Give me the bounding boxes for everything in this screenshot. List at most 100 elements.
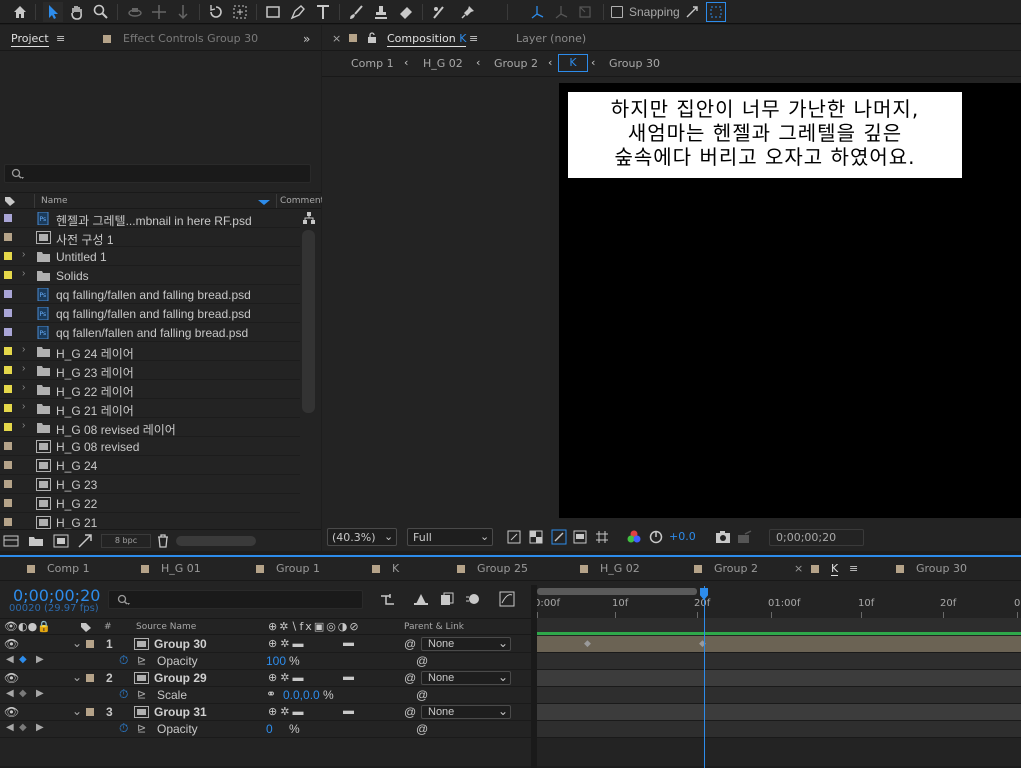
layer-duration-bar[interactable] [537, 636, 1021, 653]
panel-overflow-icon[interactable]: » [303, 32, 310, 46]
mask-visibility-icon[interactable] [551, 529, 567, 545]
view-axis-icon[interactable] [575, 2, 595, 22]
layer-duration-bar[interactable] [537, 704, 1021, 721]
label-color-swatch[interactable] [4, 423, 12, 431]
label-color-swatch[interactable] [4, 404, 12, 412]
close-tab-icon[interactable]: × [794, 562, 803, 575]
column-name[interactable]: Name [41, 196, 68, 206]
rectangle-tool-icon[interactable] [263, 2, 283, 22]
panel-menu-icon[interactable]: ≡ [56, 32, 65, 45]
trash-icon[interactable] [157, 534, 169, 548]
label-color-swatch[interactable] [4, 328, 12, 336]
project-item[interactable]: H_G 22 [0, 494, 300, 513]
snap-edges-icon[interactable] [682, 2, 702, 22]
label-color-swatch[interactable] [4, 366, 12, 374]
fast-previews-icon[interactable] [507, 530, 521, 544]
pen-tool-icon[interactable] [288, 2, 308, 22]
label-color-swatch[interactable] [4, 499, 12, 507]
composition-viewer[interactable]: 하지만 집안이 너무 가난한 나머지, 새엄마는 헨젤과 그레텔을 깊은 숲속에… [559, 83, 1021, 518]
project-item[interactable]: H_G 21 [0, 513, 300, 529]
label-tag-icon[interactable] [80, 622, 92, 633]
flowchart-icon[interactable] [303, 212, 315, 224]
timeline-tab[interactable]: Group 30 [916, 562, 967, 575]
thumbnail-slider[interactable] [176, 536, 256, 546]
label-color-swatch[interactable] [4, 271, 12, 279]
twirl-arrow-icon[interactable]: › [22, 420, 25, 431]
project-item[interactable]: › Untitled 1 [0, 247, 300, 266]
label-color-swatch[interactable] [4, 385, 12, 393]
project-item[interactable]: › H_G 22 레이어 [0, 380, 300, 399]
breadcrumb-group-30[interactable]: Group 30 [609, 57, 660, 70]
label-color-swatch[interactable] [4, 309, 12, 317]
timeline-search-input[interactable] [108, 590, 363, 609]
timeline-tab[interactable]: Group 25 [477, 562, 528, 575]
timeline-tab[interactable]: K [831, 562, 839, 576]
comp-flowchart-icon[interactable] [380, 593, 396, 607]
transparency-grid-icon[interactable] [529, 530, 543, 544]
tab-effect-controls[interactable]: Effect Controls Group 30 [123, 32, 258, 45]
timeline-panel-menu-icon[interactable]: ≡ [849, 562, 858, 575]
timeline-tab[interactable]: K [392, 562, 399, 575]
exposure-value[interactable]: +0.0 [669, 530, 696, 543]
breadcrumb-comp-1[interactable]: Comp 1 [351, 57, 394, 70]
zoom-select[interactable]: (40.3%) ⌄ [327, 528, 397, 546]
playhead[interactable] [704, 586, 705, 768]
column-parent-link[interactable]: Parent & Link [404, 622, 464, 632]
grid-guides-icon[interactable] [595, 530, 609, 544]
breadcrumb-h-g-02[interactable]: H_G 02 [423, 57, 463, 70]
label-color-swatch[interactable] [4, 233, 12, 241]
timeline-tab[interactable]: Group 1 [276, 562, 320, 575]
twirl-arrow-icon[interactable]: › [22, 401, 25, 412]
motion-blur-icon[interactable] [465, 592, 481, 606]
snapshot-camera-icon[interactable] [715, 530, 731, 544]
project-item[interactable]: Ps qq falling/fallen and falling bread.ps… [0, 304, 300, 323]
dolly-camera-icon[interactable] [173, 2, 193, 22]
label-color-swatch[interactable] [4, 252, 12, 260]
timeline-tab[interactable]: H_G 02 [600, 562, 640, 575]
sort-arrow-icon[interactable] [257, 199, 271, 206]
type-tool-icon[interactable] [313, 2, 333, 22]
brush-tool-icon[interactable] [346, 2, 366, 22]
twirl-arrow-icon[interactable]: › [22, 382, 25, 393]
project-item[interactable]: › H_G 21 레이어 [0, 399, 300, 418]
project-bpc[interactable]: 8 bpc [101, 534, 151, 548]
region-of-interest-icon[interactable] [573, 530, 587, 544]
pan-behind-icon[interactable] [230, 2, 250, 22]
current-time-field[interactable]: 0;00;00;20 [769, 529, 864, 546]
twirl-arrow-icon[interactable]: › [22, 344, 25, 355]
local-axis-icon[interactable] [527, 2, 547, 22]
render-queue-icon[interactable] [78, 534, 92, 548]
tab-project[interactable]: Project [11, 32, 49, 47]
roto-brush-icon[interactable] [429, 2, 449, 22]
project-item[interactable]: › H_G 24 레이어 [0, 342, 300, 361]
lock-icon[interactable] [367, 32, 377, 43]
clone-stamp-icon[interactable] [371, 2, 391, 22]
project-search-input[interactable] [4, 164, 311, 183]
rotate-tool-icon[interactable] [206, 2, 226, 22]
reset-exposure-icon[interactable] [649, 530, 663, 544]
timeline-tab[interactable]: H_G 01 [161, 562, 201, 575]
label-color-swatch[interactable] [4, 442, 12, 450]
twirl-arrow-icon[interactable]: › [22, 268, 25, 279]
frame-blending-icon[interactable] [440, 592, 454, 606]
new-composition-icon[interactable] [53, 534, 69, 548]
project-item[interactable]: Ps 헨젤과 그레텔...mbnail in here RF.psd [0, 209, 300, 228]
timeline-splitter[interactable] [531, 585, 537, 768]
twirl-arrow-icon[interactable]: › [22, 249, 25, 260]
project-item[interactable]: Ps qq falling/fallen and falling bread.ps… [0, 285, 300, 304]
breadcrumb-group-2[interactable]: Group 2 [494, 57, 538, 70]
label-color-swatch[interactable] [4, 461, 12, 469]
project-item[interactable]: H_G 23 [0, 475, 300, 494]
column-source-name[interactable]: Source Name [136, 622, 196, 632]
snapping-checkbox[interactable] [611, 6, 623, 18]
project-item[interactable]: › H_G 08 revised 레이어 [0, 418, 300, 437]
project-item[interactable]: › Solids [0, 266, 300, 285]
label-tag-icon[interactable] [4, 196, 16, 207]
project-item[interactable]: H_G 08 revised [0, 437, 300, 456]
channels-icon[interactable] [627, 530, 641, 544]
tab-layer[interactable]: Layer (none) [516, 32, 586, 45]
show-snapshot-icon[interactable] [737, 530, 753, 544]
resolution-select[interactable]: Full ⌄ [407, 528, 493, 546]
keyframe-diamond[interactable]: ◆ [584, 639, 591, 649]
tab-composition[interactable]: Composition K [387, 32, 467, 47]
